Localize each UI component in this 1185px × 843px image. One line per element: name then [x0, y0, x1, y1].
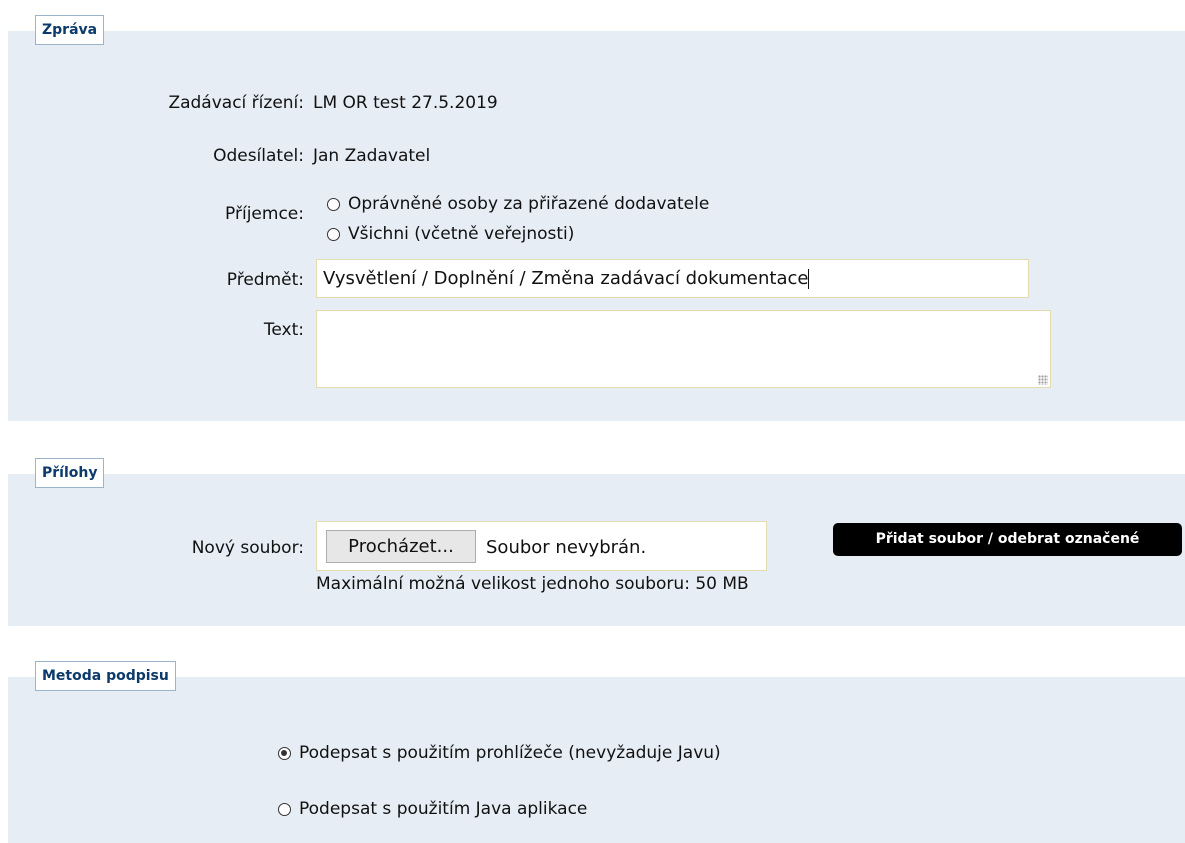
message-legend: Zpráva — [35, 15, 105, 45]
signature-legend: Metoda podpisu — [35, 661, 176, 691]
signature-radio-java[interactable] — [278, 802, 291, 816]
recipient-option-label: Oprávněné osoby za přiřazené dodavatele — [348, 194, 710, 214]
text-caret — [808, 269, 810, 289]
add-remove-file-button[interactable]: Přidat soubor / odebrat označené — [833, 523, 1182, 556]
recipient-radio-everyone[interactable] — [327, 227, 340, 241]
signature-option-java[interactable]: Podepsat s použitím Java aplikace — [278, 799, 587, 819]
max-size-note: Maximální možná velikost jednoho souboru… — [316, 574, 749, 594]
message-text-area[interactable] — [316, 310, 1051, 388]
browse-button[interactable]: Procházet... — [326, 530, 476, 563]
subject-input[interactable]: Vysvětlení / Doplnění / Změna zadávací d… — [316, 259, 1029, 298]
procurement-label: Zadávací řízení: — [168, 93, 304, 113]
recipient-option-label: Všichni (včetně veřejnosti) — [348, 224, 575, 244]
sender-label: Odesílatel: — [213, 146, 304, 166]
signature-radio-browser[interactable] — [278, 746, 291, 760]
sender-value: Jan Zadavatel — [313, 146, 431, 166]
procurement-value: LM OR test 27.5.2019 — [313, 93, 498, 113]
subject-label: Předmět: — [226, 270, 304, 290]
subject-input-value: Vysvětlení / Doplnění / Změna zadávací d… — [323, 268, 809, 289]
recipient-label: Příjemce: — [225, 204, 304, 224]
recipient-option-everyone[interactable]: Všichni (včetně veřejnosti) — [327, 224, 574, 244]
signature-option-label: Podepsat s použitím prohlížeče (nevyžadu… — [299, 743, 721, 763]
signature-option-label: Podepsat s použitím Java aplikace — [299, 799, 588, 819]
attachments-legend: Přílohy — [35, 458, 105, 488]
new-file-label: Nový soubor: — [191, 538, 304, 558]
text-label: Text: — [263, 320, 304, 340]
file-input[interactable]: Procházet... Soubor nevybrán. — [316, 521, 767, 571]
recipient-option-authorized[interactable]: Oprávněné osoby za přiřazené dodavatele — [327, 194, 709, 214]
recipient-radio-authorized[interactable] — [327, 197, 340, 211]
signature-option-browser[interactable]: Podepsat s použitím prohlížeče (nevyžadu… — [278, 743, 721, 763]
file-status-text: Soubor nevybrán. — [486, 537, 647, 558]
resize-grip-icon[interactable] — [1038, 375, 1048, 385]
